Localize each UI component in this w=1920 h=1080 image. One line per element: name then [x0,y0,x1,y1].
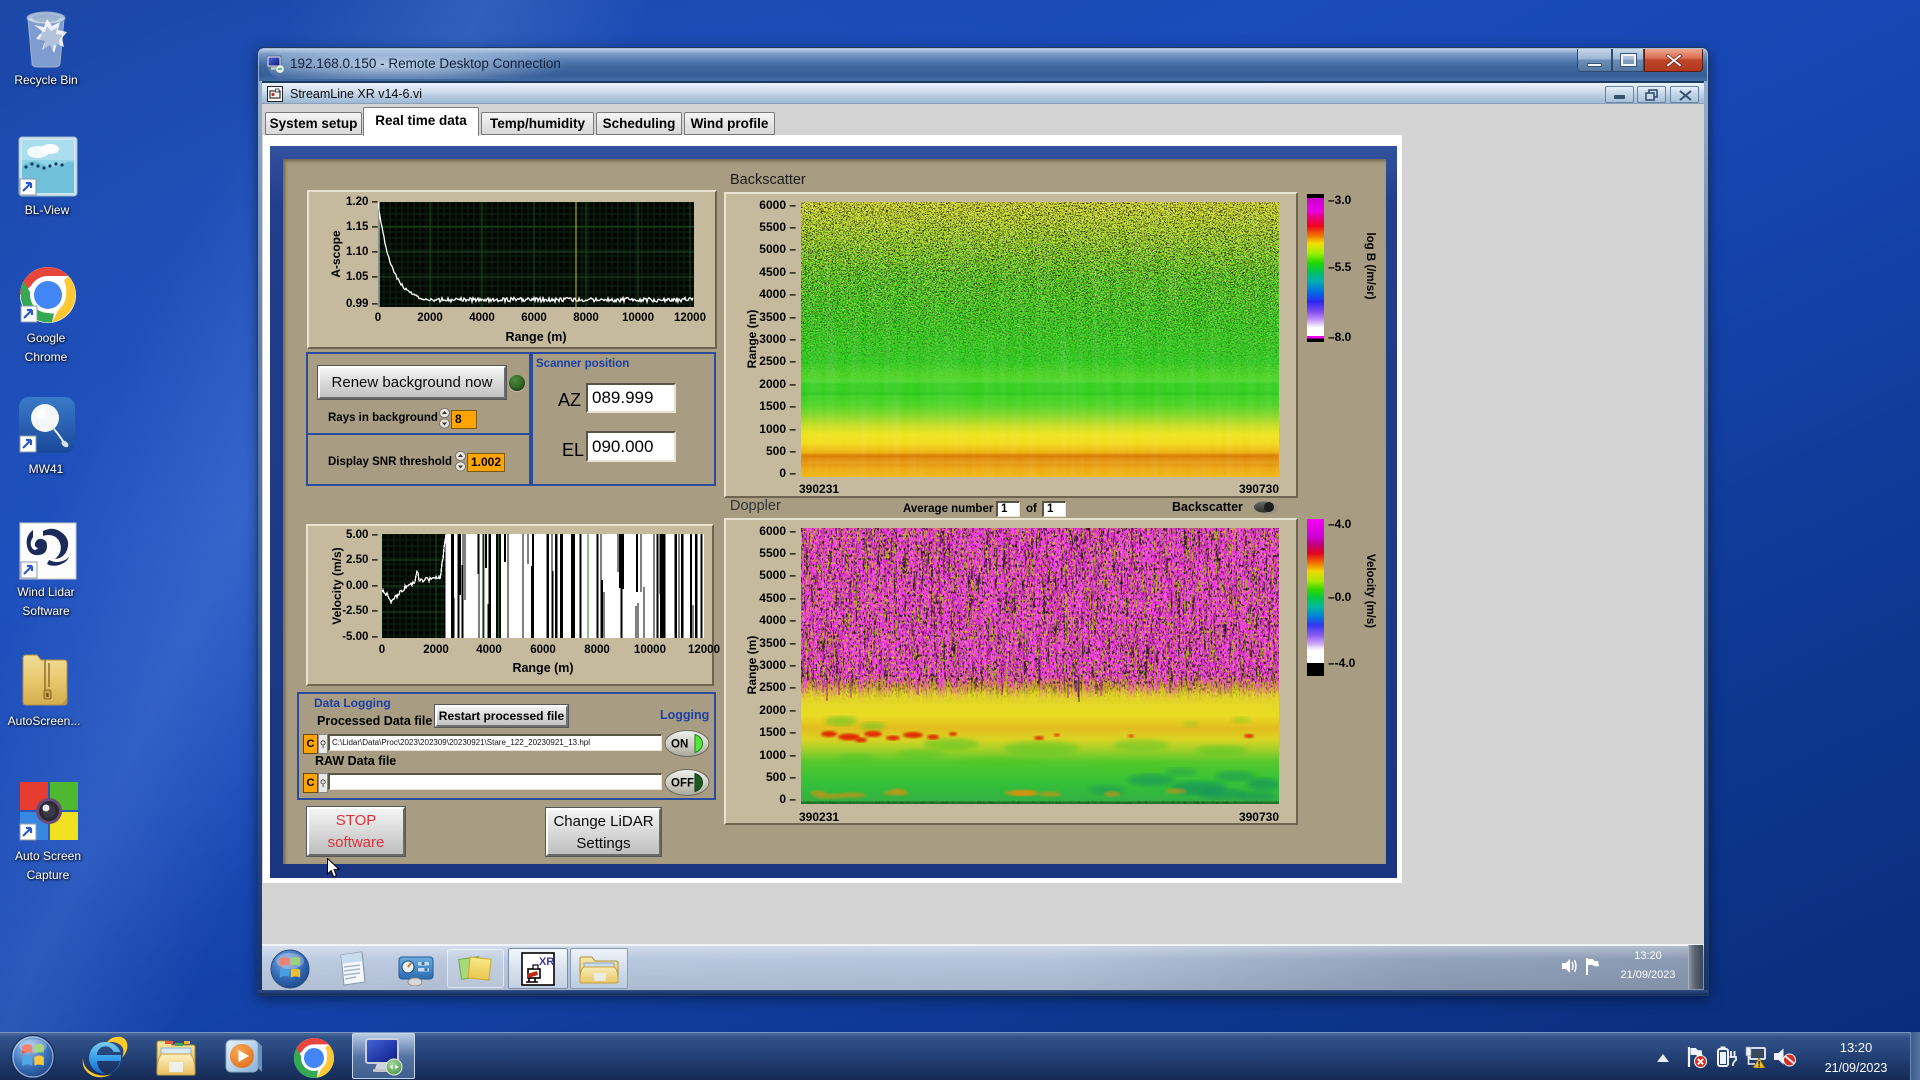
svg-text:XR: XR [539,956,554,968]
svg-text:OFF: OFF [671,778,694,790]
svg-text:ON: ON [671,739,688,751]
